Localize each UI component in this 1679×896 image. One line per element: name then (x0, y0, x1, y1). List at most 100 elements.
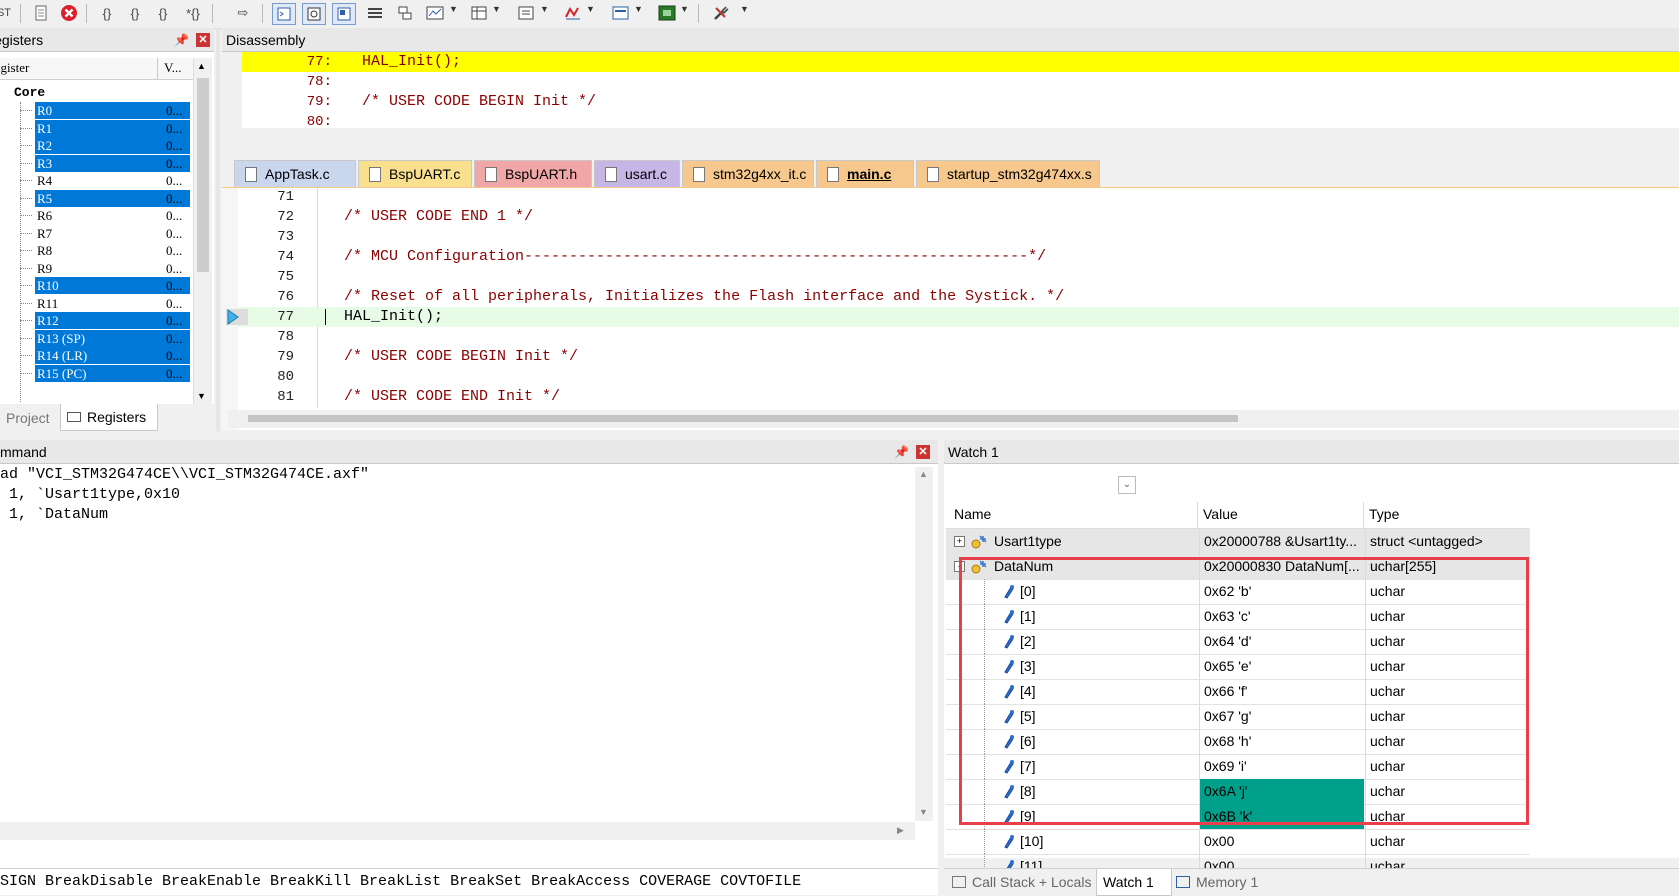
register-row[interactable]: R10 0... (0, 277, 190, 294)
toolbox-icon[interactable] (710, 3, 732, 23)
call-stack-window-icon[interactable] (394, 3, 416, 23)
column-name[interactable]: Name (954, 502, 991, 527)
reset-icon[interactable]: ST (0, 3, 14, 23)
watch-value[interactable]: 0x6A 'j' (1199, 779, 1364, 804)
vertical-splitter[interactable] (216, 28, 220, 432)
register-row[interactable]: R5 0... (0, 189, 190, 207)
watch-row[interactable]: [9] 0x6B 'k' uchar (946, 804, 1530, 830)
watch-value[interactable]: 0x63 'c' (1199, 604, 1364, 629)
command-scrollbar[interactable]: ▲ ▼ (915, 467, 933, 821)
watch-value[interactable]: 0x64 'd' (1199, 629, 1364, 654)
tab-call-stack-locals[interactable]: Call Stack + Locals (950, 869, 1092, 895)
column-value[interactable]: V... (164, 60, 181, 76)
serial-window-icon[interactable] (516, 3, 538, 23)
watch-row[interactable]: - DataNum 0x20000830 DataNum[... uchar[255] (946, 554, 1530, 580)
memory-window-icon[interactable] (468, 3, 490, 23)
editor-line[interactable]: 75 (238, 267, 1679, 287)
watch-row[interactable]: [1] 0x63 'c' uchar (946, 604, 1530, 630)
watch-value[interactable]: 0x65 'e' (1199, 654, 1364, 679)
horizontal-splitter[interactable] (0, 432, 1679, 440)
watch-row[interactable]: [0] 0x62 'b' uchar (946, 579, 1530, 605)
trace-window-icon[interactable] (610, 3, 632, 23)
command-hscrollbar[interactable]: ▶ (0, 822, 915, 840)
registers-scrollbar[interactable]: ▲ ▼ (193, 58, 212, 404)
register-row[interactable]: R0 0... (0, 102, 190, 119)
disassembly-gutter[interactable] (222, 52, 242, 128)
chevron-down-icon[interactable]: ▼ (740, 4, 749, 14)
editor-line[interactable]: 71 (238, 187, 1679, 207)
chevron-down-icon[interactable]: ▼ (586, 4, 595, 14)
watch-row[interactable]: [4] 0x66 'f' uchar (946, 679, 1530, 705)
watch-row[interactable]: + Usart1type 0x20000788 &Usart1ty... struct… (946, 529, 1530, 555)
editor-line[interactable]: 78 (238, 327, 1679, 347)
watch-row[interactable]: [10] 0x00 uchar (946, 829, 1530, 855)
scroll-right-icon[interactable]: ▶ (897, 825, 904, 836)
expand-icon[interactable]: + (954, 536, 965, 547)
tab-apptask-c[interactable]: AppTask.c (234, 160, 356, 187)
register-row[interactable]: R13 (SP) 0... (0, 329, 190, 347)
watch-value[interactable]: 0x20000830 DataNum[... (1199, 554, 1364, 579)
scroll-down-icon[interactable]: ▼ (919, 807, 928, 817)
column-value[interactable]: Value (1203, 502, 1238, 527)
chevron-down-icon[interactable]: ▼ (449, 4, 458, 14)
editor-line[interactable]: 81 /* USER CODE END Init */ (238, 387, 1679, 407)
tab-stm32g4xx-it-c[interactable]: stm32g4xx_it.c (682, 160, 814, 187)
watch-row[interactable]: [2] 0x64 'd' uchar (946, 629, 1530, 655)
register-row[interactable]: R11 0... (0, 295, 190, 312)
tab-bspuart-h[interactable]: BspUART.h (474, 160, 592, 187)
tab-main-c[interactable]: main.c (816, 160, 914, 187)
scroll-up-icon[interactable]: ▲ (919, 469, 928, 479)
file-icon[interactable] (30, 3, 52, 23)
disassembly-hscrollbar[interactable] (222, 128, 1679, 156)
chevron-down-icon[interactable]: ⌄ (1118, 476, 1136, 494)
column-divider[interactable] (157, 58, 158, 79)
stop-icon[interactable] (58, 3, 80, 23)
tab-watch1[interactable]: Watch 1 (1096, 869, 1172, 896)
editor-current-line[interactable]: 77 HAL_Init(); (226, 307, 1679, 327)
register-row[interactable]: R6 0... (0, 207, 190, 224)
watch-value[interactable]: 0x62 'b' (1199, 579, 1364, 604)
watch-value[interactable]: 0x69 'i' (1199, 754, 1364, 779)
register-row[interactable]: R8 0... (0, 242, 190, 259)
watch-row[interactable]: [8] 0x6A 'j' uchar (946, 779, 1530, 805)
register-row[interactable]: R9 0... (0, 260, 190, 277)
watch-row[interactable]: [6] 0x68 'h' uchar (946, 729, 1530, 755)
tab-project[interactable]: Project (0, 406, 58, 430)
editor-line[interactable]: 79 /* USER CODE BEGIN Init */ (238, 347, 1679, 367)
tab-startup-stm32g474xx-s[interactable]: startup_stm32g474xx.s (916, 160, 1100, 187)
register-row[interactable]: R1 0... (0, 119, 190, 137)
watch-window-icon[interactable] (424, 3, 446, 23)
watch-row[interactable]: [7] 0x69 'i' uchar (946, 754, 1530, 780)
tab-registers[interactable]: Registers (60, 404, 158, 431)
watch-row[interactable]: [3] 0x65 'e' uchar (946, 654, 1530, 680)
step-over-icon[interactable]: {} (124, 3, 146, 23)
scroll-down-icon[interactable]: ▼ (197, 391, 206, 401)
system-viewer-icon[interactable] (656, 3, 678, 23)
close-icon[interactable]: ✕ (196, 33, 210, 47)
column-type[interactable]: Type (1369, 502, 1399, 527)
scroll-up-icon[interactable]: ▲ (197, 61, 206, 71)
watch-value[interactable]: 0x66 'f' (1199, 679, 1364, 704)
command-input-line[interactable] (0, 858, 938, 868)
register-row[interactable]: R14 (LR) 0... (0, 347, 190, 364)
analysis-window-icon[interactable] (562, 3, 584, 23)
editor-line[interactable]: 76 /* Reset of all peripherals, Initializ… (238, 287, 1679, 307)
command-window-icon[interactable] (272, 3, 296, 25)
pin-icon[interactable]: 📌 (174, 28, 189, 52)
disassembly-line[interactable]: 79: /* USER CODE BEGIN Init */ (242, 92, 1679, 112)
scrollbar-thumb[interactable] (197, 78, 209, 272)
show-next-statement-icon[interactable]: ⇨ (232, 3, 254, 23)
step-into-icon[interactable]: {} (96, 3, 118, 23)
register-row[interactable]: R2 0... (0, 137, 190, 154)
chevron-down-icon[interactable]: ▼ (540, 4, 549, 14)
chevron-down-icon[interactable]: ▼ (634, 4, 643, 14)
step-out-icon[interactable]: {} (152, 3, 174, 23)
hscrollbar-thumb[interactable] (248, 415, 1238, 422)
column-divider[interactable] (1363, 502, 1364, 528)
pin-icon[interactable]: 📌 (894, 440, 909, 464)
code-editor[interactable]: 71 72 /* USER CODE END 1 */ 73 74 /* MCU Conf… (222, 188, 1679, 430)
watch-value[interactable]: 0x6B 'k' (1199, 804, 1364, 829)
collapse-icon[interactable]: - (954, 561, 965, 572)
disassembly-current-line[interactable]: 77: HAL_Init(); (242, 52, 1679, 72)
editor-line[interactable]: 73 (238, 227, 1679, 247)
